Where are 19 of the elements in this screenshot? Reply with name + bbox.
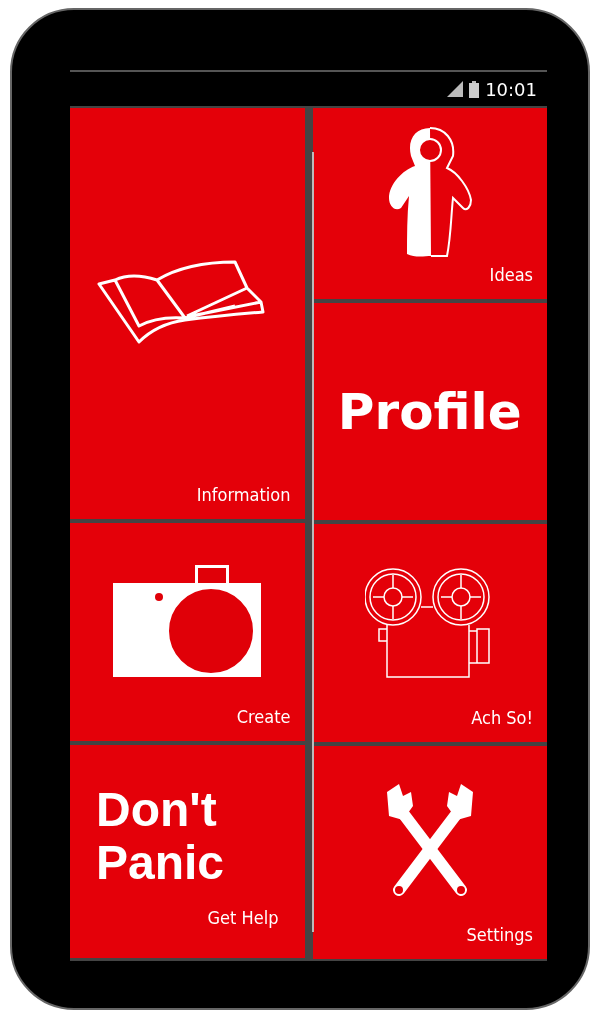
tile-label: Create	[236, 706, 291, 727]
app-tile[interactable]: Ideas	[312, 108, 547, 299]
app-tile[interactable]: Create	[70, 523, 305, 741]
app-tile[interactable]: Information	[70, 108, 305, 519]
tile-label: Get Help	[207, 907, 279, 928]
app-tile[interactable]: Settings	[312, 746, 547, 959]
tile-label: Information	[196, 484, 291, 505]
tile-headline: Don't Panic	[96, 783, 226, 890]
camera-icon	[113, 565, 262, 679]
app-tile[interactable]: Profile	[312, 303, 547, 520]
tile-label: Ideas	[489, 264, 533, 285]
tile-headline: Profile	[337, 386, 522, 437]
app-tile[interactable]: Ach So!	[312, 524, 547, 742]
signal-icon	[447, 81, 464, 97]
app-tile[interactable]: Don't Panic Get Help	[70, 745, 305, 958]
battery-icon	[469, 80, 480, 98]
tile-label: Settings	[466, 924, 533, 945]
status-time: 10:01	[485, 78, 537, 100]
tile-label: Ach So!	[471, 707, 533, 728]
